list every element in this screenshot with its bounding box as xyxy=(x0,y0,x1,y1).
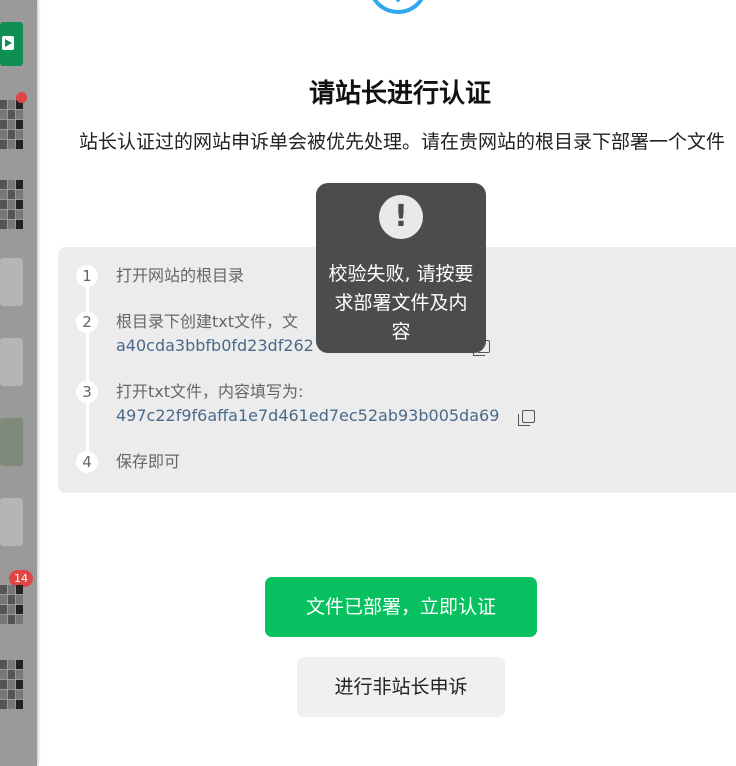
play-icon xyxy=(2,36,14,50)
chat-avatar[interactable] xyxy=(0,338,23,386)
chat-avatar[interactable] xyxy=(0,258,23,306)
app-sidebar: 14 xyxy=(0,0,37,766)
chat-thumbnail[interactable] xyxy=(0,660,23,709)
steps-timeline xyxy=(86,276,89,462)
step-number: 4 xyxy=(76,451,98,473)
dialog-title: 请站长进行认证 xyxy=(308,79,491,109)
chat-avatar[interactable] xyxy=(0,498,23,546)
chat-thumbnail[interactable] xyxy=(0,585,23,624)
step-number: 1 xyxy=(76,265,98,287)
dialog-description: 站长认证过的网站申诉单会被优先处理。请在贵网站的根目录下部署一个文件 xyxy=(78,131,725,153)
chat-thumbnail[interactable] xyxy=(0,180,23,229)
verify-status-icon xyxy=(368,0,428,14)
toast-message: 校验失败, 请按要求部署文件及内容 xyxy=(328,263,474,343)
exclamation-icon: ! xyxy=(379,195,423,239)
step-text: 根目录下创建txt文件，文 xyxy=(116,312,299,331)
step-text: 保存即可 xyxy=(116,452,181,471)
step-number: 3 xyxy=(76,381,98,403)
error-toast: ! 校验失败, 请按要求部署文件及内容 xyxy=(316,183,486,353)
copy-icon[interactable] xyxy=(518,410,535,426)
confirm-deployed-button[interactable]: 文件已部署，立即认证 xyxy=(265,577,537,637)
chat-avatar[interactable] xyxy=(0,418,23,466)
step-text: 打开网站的根目录 xyxy=(116,266,245,285)
filename-value: a40cda3bbfb0fd23df262 xyxy=(116,336,314,355)
step-text: 打开txt文件，内容填写为: xyxy=(116,382,304,401)
file-content-value: 497c22f9f6affa1e7d461ed7ec52ab93b005da69 xyxy=(116,406,500,425)
app-icon[interactable] xyxy=(0,22,23,66)
step-number: 2 xyxy=(76,311,98,333)
non-owner-appeal-button[interactable]: 进行非站长申诉 xyxy=(297,657,505,717)
